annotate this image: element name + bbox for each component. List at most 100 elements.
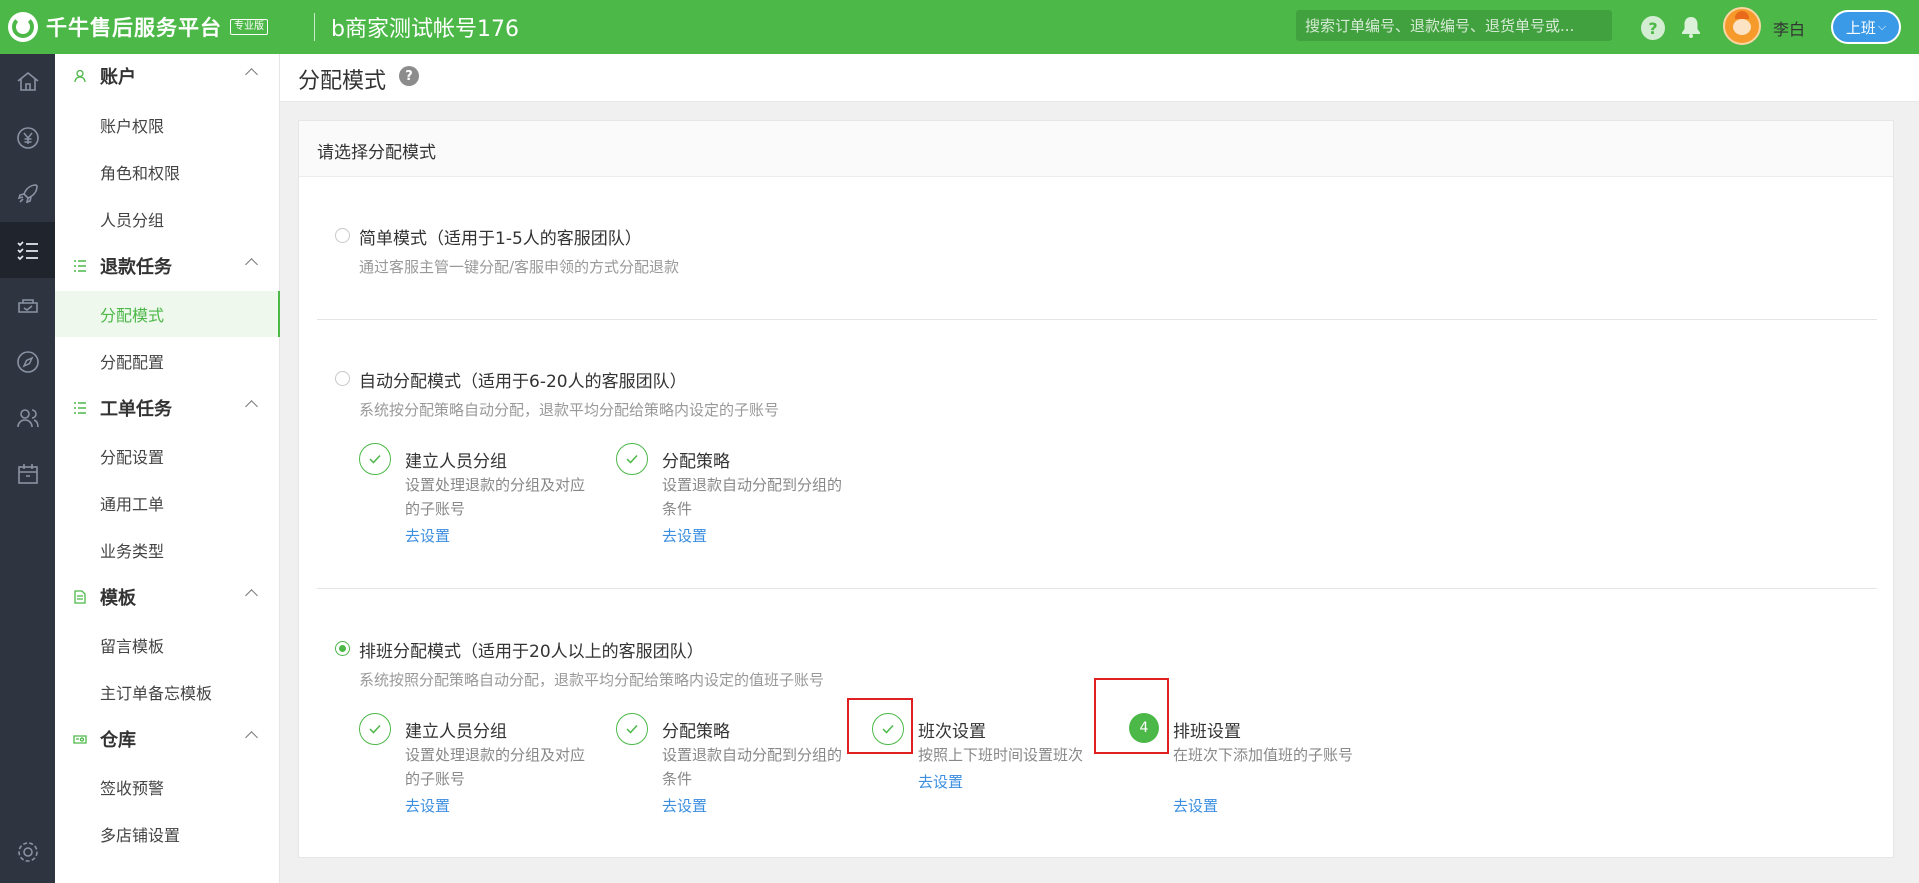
chevron-up-icon: [245, 258, 258, 271]
rocket-icon: [17, 184, 38, 204]
menu-item-order-memo-template[interactable]: 主订单备忘模板: [55, 669, 280, 715]
brand-logo[interactable]: 千牛售后服务平台 专业版: [0, 12, 296, 42]
step-title: 建立人员分组: [405, 722, 507, 742]
goto-settings-link[interactable]: 去设置: [405, 525, 450, 546]
nav-users[interactable]: [0, 390, 55, 446]
step-title: 班次设置: [918, 722, 986, 742]
menu-group-warehouse[interactable]: 仓库: [55, 717, 280, 761]
brand-name: 千牛售后服务平台: [46, 16, 222, 40]
chevron-up-icon: [245, 68, 258, 81]
task-list-icon: [16, 241, 38, 261]
step-desc: 设置退款自动分配到分组的条件: [662, 746, 843, 788]
goto-settings-link[interactable]: 去设置: [405, 795, 450, 816]
simple-mode-title[interactable]: 简单模式（适用于1-5人的客服团队）: [359, 224, 642, 249]
chevron-up-icon: [245, 731, 258, 744]
goto-settings-link[interactable]: 去设置: [918, 771, 963, 792]
step-allocation-strategy: 分配策略 设置退款自动分配到分组的条件 去设置: [616, 443, 856, 553]
step-desc: 设置处理退款的分组及对应的子账号: [405, 476, 586, 518]
chevron-up-icon: [245, 400, 258, 413]
check-icon: [369, 454, 381, 464]
user-icon: [74, 69, 86, 83]
nav-service[interactable]: [0, 278, 55, 334]
calendar-icon: [17, 464, 38, 484]
shift-mode-radio[interactable]: [335, 641, 350, 656]
onduty-dropdown-button[interactable]: 上班 ⌵: [1831, 10, 1901, 44]
goto-settings-link[interactable]: 去设置: [1173, 795, 1218, 816]
highlight-box-schedule-step: [1094, 678, 1169, 754]
step-title: 排班设置: [1173, 722, 1241, 742]
menu-item-allocation-config[interactable]: 分配配置: [55, 338, 280, 384]
menu-item-staff-groups[interactable]: 人员分组: [55, 196, 280, 242]
step-title: 分配策略: [662, 722, 730, 742]
menu-item-general-ticket[interactable]: 通用工单: [55, 480, 280, 526]
shift-mode-desc: 系统按照分配策略自动分配，退款平均分配给策略内设定的值班子账号: [359, 671, 825, 689]
mode-divider: [317, 588, 1877, 589]
menu-group-refund-tasks[interactable]: 退款任务: [55, 244, 280, 288]
avatar[interactable]: [1723, 7, 1761, 45]
username[interactable]: 李白: [1773, 16, 1805, 40]
page-header: 分配模式 ?: [280, 54, 1919, 102]
step-allocation-strategy: 分配策略 设置退款自动分配到分组的条件 去设置: [616, 713, 856, 823]
menu-group-templates[interactable]: 模板: [55, 575, 280, 619]
home-icon: [17, 71, 38, 91]
edition-badge: 专业版: [230, 19, 268, 35]
step-desc: 按照上下班时间设置班次: [918, 746, 1084, 764]
chevron-down-icon: ⌵: [1877, 20, 1887, 33]
allocation-mode-card: 请选择分配模式 简单模式（适用于1-5人的客服团队） 通过客服主管一键分配/客服…: [298, 120, 1894, 858]
menu-group-label: 退款任务: [100, 257, 172, 278]
menu-item-roles[interactable]: 角色和权限: [55, 149, 280, 195]
compass-icon: [16, 351, 39, 373]
step-staff-groups: 建立人员分组 设置处理退款的分组及对应的子账号 去设置: [359, 443, 599, 553]
card-header: 请选择分配模式: [299, 121, 1893, 177]
nav-tasks[interactable]: [0, 222, 55, 278]
nav-settings[interactable]: [0, 824, 55, 880]
mode-divider: [317, 319, 1877, 320]
icon-sidebar: [0, 54, 55, 883]
menu-item-allocation-settings[interactable]: 分配设置: [55, 433, 280, 479]
menu-group-account[interactable]: 账户: [55, 54, 280, 98]
menu-item-allocation-mode[interactable]: 分配模式: [55, 291, 280, 337]
sub-menu: 账户 账户权限 角色和权限 人员分组 退款任务 分配模式 分配配置 工单任务 分…: [55, 54, 280, 883]
list-icon: [74, 402, 86, 414]
menu-group-label: 工单任务: [100, 399, 172, 420]
service-icon: [17, 299, 38, 313]
search-input[interactable]: [1296, 10, 1612, 41]
top-bar: 千牛售后服务平台 专业版 b商家测试帐号176: [0, 0, 1919, 54]
nav-home[interactable]: [0, 54, 55, 110]
nav-finance[interactable]: [0, 110, 55, 166]
onduty-label: 上班: [1845, 18, 1876, 37]
nav-compass[interactable]: [0, 334, 55, 390]
highlight-box-shift-check: [847, 698, 913, 754]
document-icon: [74, 590, 86, 604]
step-title: 建立人员分组: [405, 452, 507, 472]
card-title: 请选择分配模式: [317, 143, 436, 163]
nav-calendar[interactable]: [0, 446, 55, 502]
menu-group-ticket-tasks[interactable]: 工单任务: [55, 386, 280, 430]
goto-settings-link[interactable]: 去设置: [662, 525, 707, 546]
step-done-indicator: [616, 713, 648, 745]
menu-item-receipt-alert[interactable]: 签收预警: [55, 764, 280, 810]
help-icon[interactable]: ?: [1641, 16, 1665, 40]
chevron-up-icon: [245, 589, 258, 602]
menu-item-multi-store[interactable]: 多店铺设置: [55, 811, 280, 857]
step-desc: 设置退款自动分配到分组的条件: [662, 476, 843, 518]
simple-mode-desc: 通过客服主管一键分配/客服申领的方式分配退款: [359, 258, 680, 276]
menu-group-label: 账户: [100, 67, 136, 88]
shift-mode-title[interactable]: 排班分配模式（适用于20人以上的客服团队）: [359, 637, 704, 662]
menu-item-business-type[interactable]: 业务类型: [55, 527, 280, 573]
check-icon: [626, 724, 638, 734]
bell-icon[interactable]: [1679, 15, 1703, 39]
help-icon[interactable]: ?: [399, 66, 419, 86]
menu-item-account-permission[interactable]: 账户权限: [55, 102, 280, 148]
auto-mode-title[interactable]: 自动分配模式（适用于6-20人的客服团队）: [359, 367, 687, 392]
auto-mode-desc: 系统按分配策略自动分配，退款平均分配给策略内设定的子账号: [359, 401, 780, 419]
menu-item-message-template[interactable]: 留言模板: [55, 622, 280, 668]
auto-mode-radio[interactable]: [335, 371, 350, 386]
list-icon: [74, 260, 86, 272]
nav-marketing[interactable]: [0, 166, 55, 222]
menu-group-label: 模板: [100, 588, 136, 609]
qianniu-logo-icon: [8, 12, 38, 42]
simple-mode-radio[interactable]: [335, 228, 350, 243]
menu-group-label: 仓库: [100, 730, 136, 751]
goto-settings-link[interactable]: 去设置: [662, 795, 707, 816]
